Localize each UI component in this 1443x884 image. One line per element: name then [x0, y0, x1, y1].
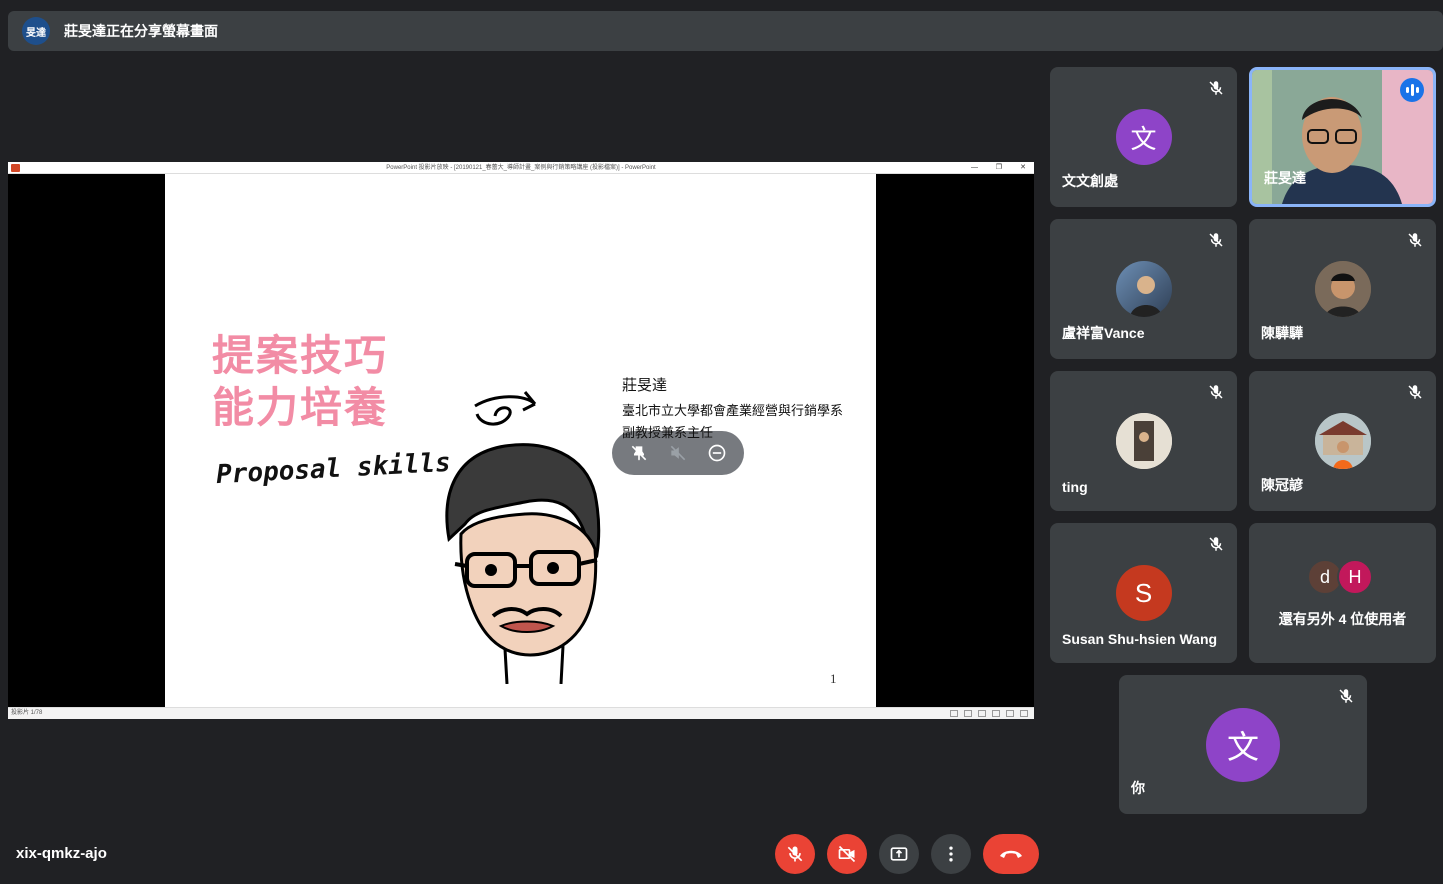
- participant-name: 文文創處: [1062, 173, 1118, 189]
- shared-screen: PowerPoint 投影片放映 - [20190121_春蕾大_導師計畫_案例…: [8, 162, 1034, 719]
- mic-off-icon: [1339, 689, 1353, 703]
- more-options-button[interactable]: [931, 834, 971, 874]
- speaking-indicator-icon: [1400, 78, 1424, 102]
- present-screen-icon: [890, 847, 908, 861]
- participant-name: ting: [1062, 479, 1088, 495]
- slide-title: 提案技巧 能力培養: [212, 331, 389, 432]
- more-participants-label: 還有另外 4 位使用者: [1278, 611, 1407, 627]
- avatar: 文: [1206, 708, 1280, 782]
- mic-off-icon: [1408, 385, 1422, 399]
- leave-call-button[interactable]: [983, 834, 1039, 874]
- mic-off-icon: [787, 846, 803, 862]
- slide-page-number: 1: [830, 671, 837, 686]
- close-icon: ✕: [1020, 164, 1026, 171]
- more-participants-tile[interactable]: d H 還有另外 4 位使用者: [1249, 523, 1436, 663]
- participant-name: Susan Shu-hsien Wang: [1062, 631, 1218, 647]
- speaker-name: 莊旻達: [622, 377, 668, 394]
- camera-off-icon: [838, 845, 856, 863]
- more-avatars: d H: [1307, 559, 1373, 595]
- pin-off-icon[interactable]: [627, 441, 651, 465]
- participant-name: 陳冠諺: [1261, 477, 1303, 493]
- self-tile[interactable]: 文 你: [1119, 675, 1367, 814]
- mic-off-icon: [1408, 233, 1422, 247]
- avatar-photo: [1314, 413, 1371, 469]
- mic-off-icon: [1209, 385, 1223, 399]
- ppt-window-title-text: PowerPoint 投影片放映 - [20190121_春蕾大_導師計畫_案例…: [386, 165, 656, 171]
- present-button[interactable]: [879, 834, 919, 874]
- participant-tile[interactable]: ting: [1050, 371, 1237, 511]
- participant-tile[interactable]: 盧祥富Vance: [1050, 219, 1237, 359]
- slide: 提案技巧 能力培養 Proposal skills 莊旻達 臺北市立大學都會產業…: [165, 174, 876, 707]
- view-buttons: [950, 710, 1028, 717]
- ppt-window-title: PowerPoint 投影片放映 - [20190121_春蕾大_導師計畫_案例…: [8, 162, 1034, 174]
- powerpoint-icon: [11, 164, 20, 172]
- mic-off-icon: [1209, 81, 1223, 95]
- hang-up-icon: [1000, 850, 1022, 858]
- participant-tile[interactable]: S Susan Shu-hsien Wang: [1050, 523, 1237, 663]
- participant-tile[interactable]: 陳驊驊: [1249, 219, 1436, 359]
- slide-subtitle: Proposal skills: [215, 447, 452, 491]
- volume-off-icon: [666, 441, 690, 465]
- more-vert-icon: [949, 846, 953, 862]
- speaker-position: 副教授兼系主任: [622, 425, 714, 440]
- participant-name: 盧祥富Vance: [1062, 325, 1145, 341]
- participant-tile[interactable]: 陳冠諺: [1249, 371, 1436, 511]
- restore-icon: ❐: [995, 164, 1002, 171]
- remove-icon[interactable]: [705, 441, 729, 465]
- caricature-drawing: [445, 391, 601, 684]
- slide-counter: 投影片 1/78: [11, 710, 43, 716]
- mic-off-icon: [1209, 233, 1223, 247]
- presenting-text: 莊旻達正在分享螢幕畫面: [64, 23, 218, 39]
- participant-name: 你: [1131, 780, 1145, 796]
- mic-off-icon: [1209, 537, 1223, 551]
- participant-tile[interactable]: 文 文文創處: [1050, 67, 1237, 207]
- avatar-photo: [1115, 413, 1172, 469]
- participant-name: 莊旻達: [1264, 170, 1306, 186]
- participant-name: 陳驊驊: [1261, 325, 1303, 341]
- avatar: H: [1337, 559, 1373, 595]
- avatar: S: [1115, 565, 1172, 621]
- minimize-icon: —: [971, 164, 978, 171]
- meeting-code: xix-qmkz-ajo: [16, 845, 107, 862]
- presenting-banner: 旻達 莊旻達正在分享螢幕畫面: [8, 11, 1443, 51]
- participant-tile-video[interactable]: 莊旻達: [1249, 67, 1436, 207]
- presenter-avatar: 旻達: [22, 17, 50, 45]
- avatar-photo: [1314, 261, 1371, 317]
- ppt-status-bar: 投影片 1/78: [8, 707, 1034, 719]
- avatar: 文: [1115, 109, 1172, 165]
- mic-toggle-button[interactable]: [775, 834, 815, 874]
- speaker-affiliation: 臺北市立大學都會產業經營與行銷學系: [622, 403, 844, 418]
- avatar-photo: [1115, 261, 1172, 317]
- camera-toggle-button[interactable]: [827, 834, 867, 874]
